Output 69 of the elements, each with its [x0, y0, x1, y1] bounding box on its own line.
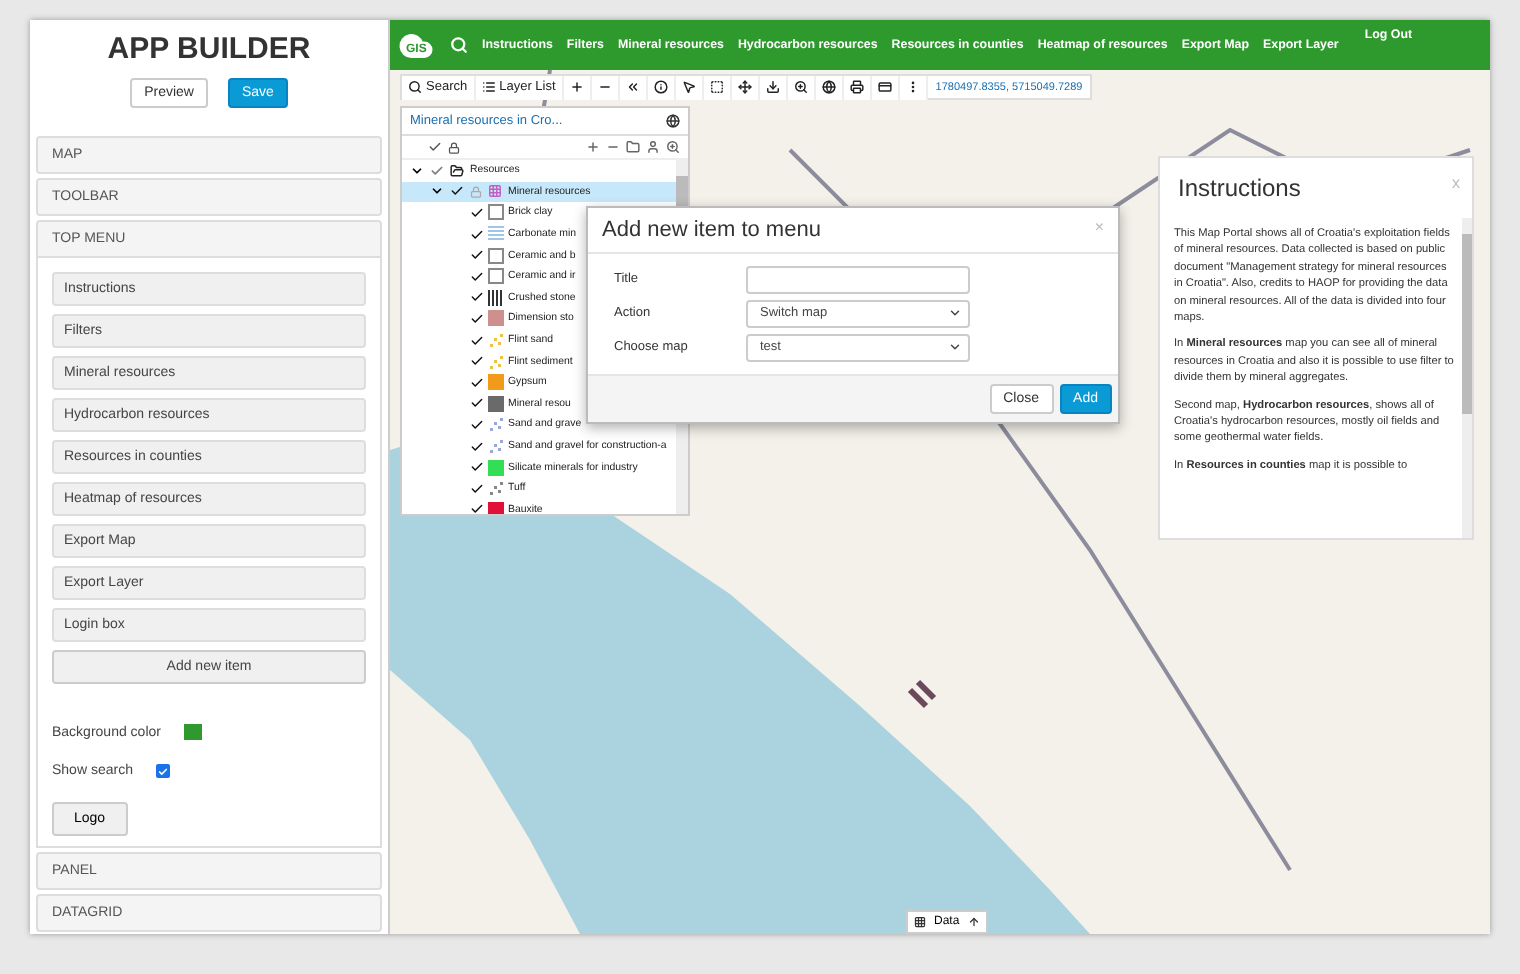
minus-icon	[597, 80, 612, 94]
search-icon[interactable]	[450, 36, 468, 54]
lock-icon	[448, 141, 460, 153]
print-tool[interactable]	[843, 75, 872, 99]
arrow-up-icon	[967, 916, 980, 928]
check-icon[interactable]	[470, 269, 484, 284]
card-tool[interactable]	[871, 75, 900, 99]
dashed-square-tool[interactable]	[703, 75, 732, 99]
input-field[interactable]	[746, 265, 970, 293]
check-icon[interactable]	[450, 184, 464, 199]
minus-tool[interactable]	[591, 75, 620, 99]
plus-tool[interactable]	[563, 75, 592, 99]
checkbox[interactable]	[156, 764, 171, 778]
check-icon[interactable]	[470, 248, 484, 263]
download-icon	[765, 80, 780, 94]
check-icon[interactable]	[470, 227, 484, 242]
minus-icon	[606, 140, 620, 154]
pointer-tool[interactable]	[675, 75, 704, 99]
magnifier-plus-tool[interactable]	[787, 75, 816, 99]
color-swatch[interactable]	[184, 724, 203, 740]
check-icon[interactable]	[430, 163, 444, 178]
check-icon[interactable]	[470, 460, 484, 475]
app-title: APP BUILDER	[105, 32, 313, 66]
move-icon	[737, 80, 752, 94]
globe-tool[interactable]	[815, 75, 844, 99]
check-icon[interactable]	[470, 396, 484, 411]
chevron-down-icon[interactable]	[410, 163, 424, 178]
lock-icon	[470, 185, 482, 198]
check-icon[interactable]	[470, 502, 484, 514]
plus-icon	[569, 80, 584, 94]
check-icon[interactable]	[470, 290, 484, 305]
list-icon	[481, 80, 496, 94]
panel-title: Instructions	[1178, 174, 1301, 202]
download-tool[interactable]	[759, 75, 788, 99]
globe-icon	[666, 114, 680, 128]
double-chevron-icon	[625, 80, 640, 94]
print-icon	[849, 80, 864, 94]
chevron-down-icon	[948, 306, 962, 320]
globe-icon	[821, 80, 836, 94]
pointer-icon	[681, 80, 696, 94]
plus-icon	[586, 140, 600, 154]
user-icon	[646, 140, 660, 154]
info-icon	[653, 80, 668, 94]
search-icon	[408, 80, 422, 94]
check-mark-icon	[158, 765, 169, 777]
dialog-title: Add new item to menu	[602, 218, 821, 242]
check-mark-icon	[428, 140, 442, 154]
info-tool[interactable]	[647, 75, 676, 99]
check-icon[interactable]	[470, 333, 484, 348]
folder-icon	[626, 140, 640, 154]
magnifier-plus-icon	[793, 80, 808, 94]
dashed-square-icon	[709, 80, 724, 94]
check-icon[interactable]	[470, 354, 484, 369]
check-icon[interactable]	[470, 311, 484, 326]
scrollbar[interactable]	[1462, 218, 1472, 538]
double-chevron-tool[interactable]	[619, 75, 648, 99]
check-icon[interactable]	[470, 439, 484, 454]
check-icon[interactable]	[470, 481, 484, 496]
check-icon[interactable]	[470, 205, 484, 220]
magnifier-icon	[666, 140, 680, 154]
chevron-down-icon	[948, 340, 962, 354]
move-tool[interactable]	[731, 75, 760, 99]
grid-icon	[488, 184, 502, 199]
check-icon[interactable]	[470, 375, 484, 390]
grid-icon	[914, 916, 926, 928]
folder-icon	[450, 163, 464, 178]
card-icon	[877, 80, 892, 94]
chevron-down-icon[interactable]	[430, 184, 444, 199]
check-icon[interactable]	[470, 417, 484, 432]
